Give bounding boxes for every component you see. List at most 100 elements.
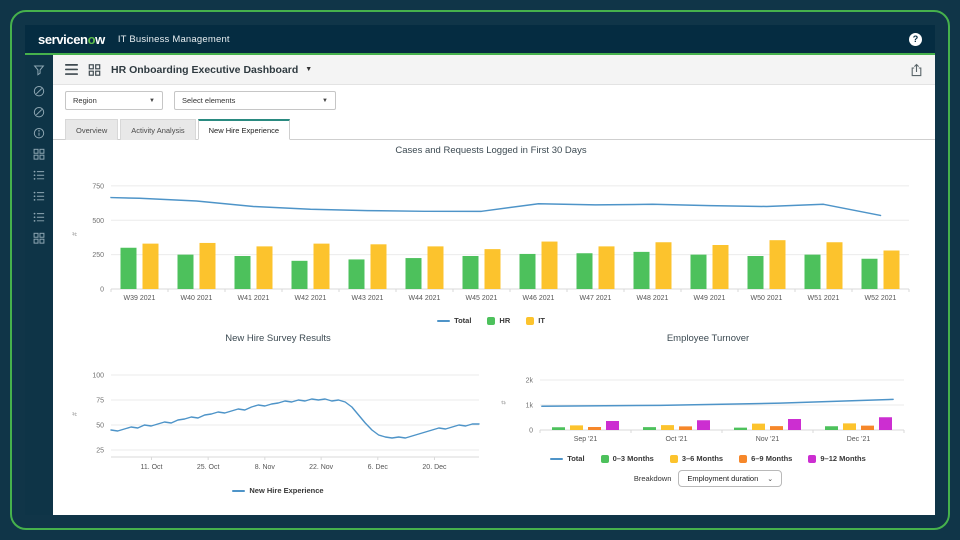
legend-item-total[interactable]: Total <box>550 454 585 463</box>
employee-turnover-chart-canvas: 0 1k 2k # Sep '21 Oct '21 Nov '21 Dec '21 <box>501 378 905 443</box>
employee-turnover-chart-block: Employee Turnover 0 1k 2k # Sep '21 Oct '21 No… <box>498 331 918 487</box>
svg-text:25. Oct: 25. Oct <box>197 464 220 471</box>
legend-item-total[interactable]: Total <box>437 316 471 325</box>
legend-box-swatch <box>808 454 817 463</box>
cases-requests-chart-canvas: 0 250 500 750 # W39 2021 W40 2021 W41 2021 W42 2… <box>72 183 910 302</box>
info-icon[interactable] <box>33 127 45 139</box>
legend-item-new-hire-experience[interactable]: New Hire Experience <box>232 486 324 495</box>
main-content: HR Onboarding Executive Dashboard ▼ Regi… <box>53 55 935 515</box>
legend-box-swatch <box>669 454 678 463</box>
svg-text:W44 2021: W44 2021 <box>409 295 441 302</box>
product-name: IT Business Management <box>117 33 230 45</box>
svg-text:11. Oct: 11. Oct <box>140 464 162 471</box>
list-icon[interactable] <box>33 190 45 202</box>
svg-text:50: 50 <box>96 423 104 430</box>
svg-text:W45 2021: W45 2021 <box>466 295 498 302</box>
svg-text:2k: 2k <box>526 378 534 385</box>
breakdown-caret-icon: ⌄ <box>767 475 774 483</box>
svg-text:Dec '21: Dec '21 <box>847 436 871 443</box>
svg-text:Nov '21: Nov '21 <box>756 436 780 443</box>
svg-text:250: 250 <box>92 252 104 259</box>
svg-text:W52 2021: W52 2021 <box>865 295 897 302</box>
list-icon[interactable] <box>33 211 45 223</box>
svg-text:500: 500 <box>92 218 104 225</box>
toolbar: HR Onboarding Executive Dashboard ▼ <box>53 55 935 85</box>
share-icon[interactable] <box>910 63 923 77</box>
legend-label: 3–6 Months <box>681 454 724 463</box>
svg-text:25: 25 <box>96 448 104 455</box>
svg-text:#: # <box>72 412 79 416</box>
grid-icon[interactable] <box>33 148 45 160</box>
svg-text:20. Dec: 20. Dec <box>422 464 447 471</box>
gauge-icon[interactable] <box>33 106 45 118</box>
screen-background: servicenow IT Business Management ? HR O… <box>0 0 960 540</box>
legend-label: Total <box>454 316 472 325</box>
region-caret-icon: ▼ <box>149 97 155 104</box>
svg-text:W40 2021: W40 2021 <box>181 295 213 302</box>
svg-text:W39 2021: W39 2021 <box>124 295 156 302</box>
servicenow-logo: servicenow <box>38 32 105 47</box>
grid-icon[interactable] <box>33 232 45 244</box>
svg-text:#: # <box>72 232 79 236</box>
legend-label: 0–3 Months <box>612 454 654 463</box>
filter-icon[interactable] <box>33 64 45 76</box>
svg-text:Oct '21: Oct '21 <box>666 436 688 443</box>
logo-text: servicen <box>38 31 88 47</box>
legend-item-3–6-months[interactable]: 3–6 Months <box>669 454 724 463</box>
legend-item-9–12-months[interactable]: 9–12 Months <box>808 454 866 463</box>
list-icon[interactable] <box>33 169 45 181</box>
logo-green-o: o <box>87 31 96 47</box>
filters-bar: Region ▼ Select elements ▼ <box>53 85 935 116</box>
svg-text:W50 2021: W50 2021 <box>751 295 783 302</box>
app-body: HR Onboarding Executive Dashboard ▼ Regi… <box>25 55 935 515</box>
tab-overview[interactable]: Overview <box>65 119 119 140</box>
dashboard-title: HR Onboarding Executive Dashboard <box>111 63 299 76</box>
svg-text:0: 0 <box>529 428 533 435</box>
tab-new-hire-experience[interactable]: New Hire Experience <box>197 119 291 140</box>
sidebar <box>25 55 53 515</box>
legend-label: IT <box>538 316 545 325</box>
svg-text:#: # <box>501 400 508 404</box>
legend-line-swatch <box>437 319 451 322</box>
legend-item-it[interactable]: IT <box>526 316 545 325</box>
legend-box-swatch <box>526 316 535 325</box>
elements-select-value: Select elements <box>182 96 236 105</box>
gauge-icon[interactable] <box>33 85 45 97</box>
legend-line-swatch <box>550 457 564 460</box>
survey-results-legend: New Hire Experience <box>63 486 493 495</box>
legend-label: HR <box>499 316 511 325</box>
legend-label: New Hire Experience <box>249 486 324 495</box>
survey-results-chart-block: New Hire Survey Results 25 50 75 100 #11. Oc… <box>63 331 493 495</box>
help-icon[interactable]: ? <box>909 32 922 46</box>
svg-text:1k: 1k <box>526 403 534 410</box>
dashboards-grid-icon[interactable] <box>88 63 101 76</box>
svg-text:750: 750 <box>92 183 104 190</box>
cases-requests-chart-title: Cases and Requests Logged in First 30 Da… <box>395 145 587 156</box>
survey-results-chart-canvas: 25 50 75 100 #11. Oct 25. Oct 8. Nov 22. Nov 6. … <box>72 373 480 471</box>
breakdown-row: Breakdown Employment duration ⌄ <box>498 470 918 487</box>
logo-text-end: w <box>95 31 105 47</box>
elements-select[interactable]: Select elements ▼ <box>174 91 336 110</box>
svg-text:W51 2021: W51 2021 <box>808 295 840 302</box>
employee-turnover-legend: Total 0–3 Months 3–6 Months 6–9 Months 9–12 … <box>498 454 918 463</box>
svg-text:W46 2021: W46 2021 <box>523 295 555 302</box>
region-select[interactable]: Region ▼ <box>65 91 163 110</box>
app-window: servicenow IT Business Management ? HR O… <box>25 25 935 515</box>
survey-results-chart-title: New Hire Survey Results <box>225 333 331 344</box>
legend-box-swatch <box>600 454 609 463</box>
employee-turnover-chart-title: Employee Turnover <box>666 333 750 344</box>
cases-requests-chart-block: Cases and Requests Logged in First 30 Da… <box>63 143 919 325</box>
elements-caret-icon: ▼ <box>322 97 328 104</box>
svg-text:W41 2021: W41 2021 <box>238 295 270 302</box>
legend-item-hr[interactable]: HR <box>487 316 510 325</box>
breakdown-select[interactable]: Employment duration ⌄ <box>678 470 783 487</box>
legend-item-6–9-months[interactable]: 6–9 Months <box>739 454 792 463</box>
dashboard-title-dropdown[interactable]: HR Onboarding Executive Dashboard ▼ <box>111 64 312 76</box>
legend-item-0–3-months[interactable]: 0–3 Months <box>600 454 654 463</box>
svg-text:100: 100 <box>92 373 104 380</box>
legend-label: 6–9 Months <box>751 454 793 463</box>
svg-text:W42 2021: W42 2021 <box>295 295 327 302</box>
tab-activity-analysis[interactable]: Activity Analysis <box>120 119 196 140</box>
menu-icon[interactable] <box>65 64 78 75</box>
svg-text:75: 75 <box>96 398 104 405</box>
